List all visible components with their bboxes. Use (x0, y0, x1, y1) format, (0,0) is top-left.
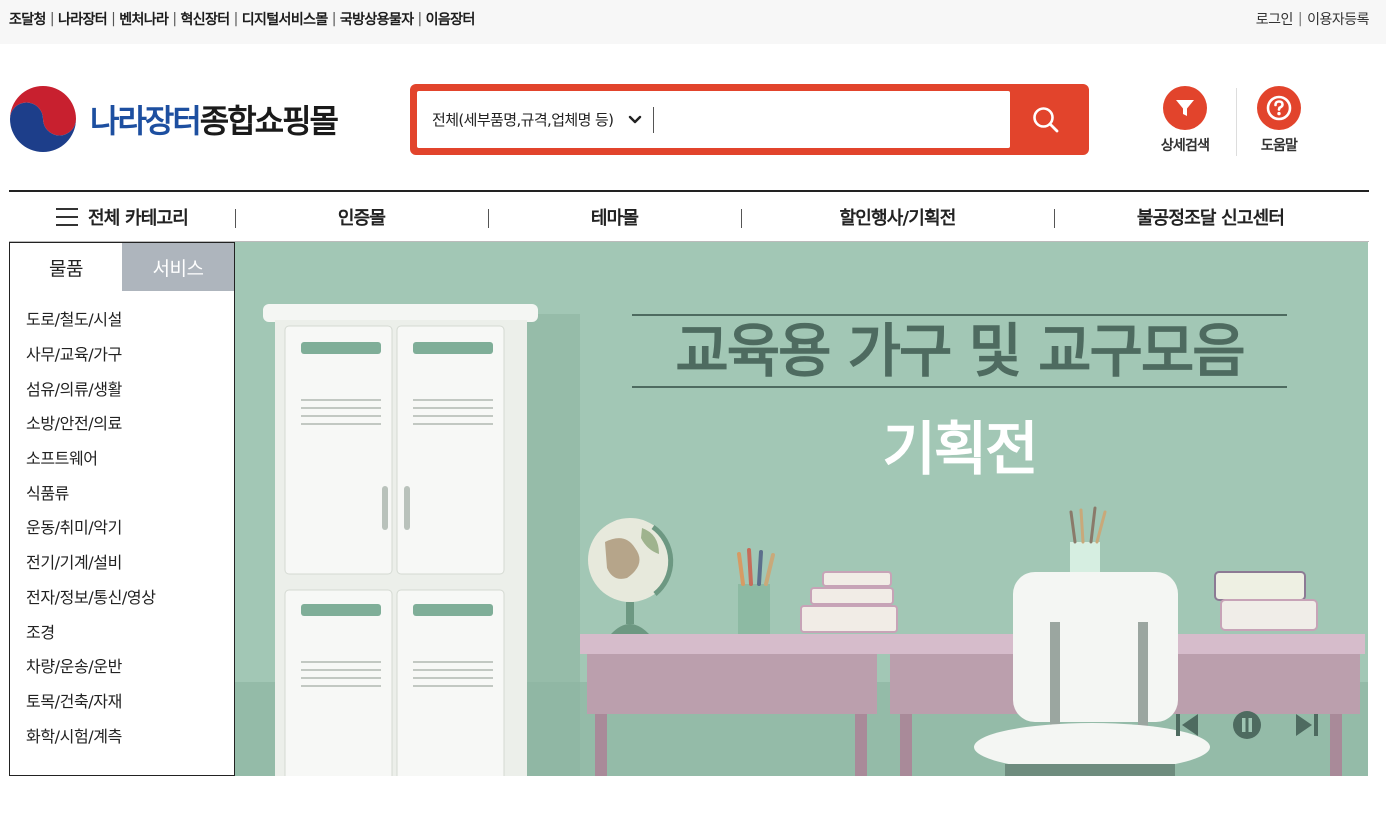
pause-button[interactable] (1229, 708, 1265, 742)
nav-item-theme-mall[interactable]: 테마몰 (488, 192, 741, 241)
site-links: 조달청 | 나라장터 | 벤처나라 | 혁신장터 | 디지털서비스몰 | 국방상용물자 | … (9, 9, 475, 29)
search-bar: 전체(세부품명,규격,업체명 등) (410, 84, 1089, 155)
register-link[interactable]: 이용자등록 (1307, 9, 1369, 29)
search-button[interactable] (1010, 91, 1082, 148)
tab-services[interactable]: 서비스 (122, 243, 234, 291)
category-item[interactable]: 토목/건축/자재 (26, 683, 234, 718)
category-item[interactable]: 사무/교육/가구 (26, 336, 234, 371)
pause-icon (1233, 711, 1261, 739)
category-panel: 물품 서비스 도로/철도/시설 사무/교육/가구 섬유/의류/생활 소방/안전/… (9, 242, 235, 776)
category-tabs: 물품 서비스 (10, 243, 234, 291)
taegeuk-emblem-icon (10, 86, 76, 152)
help-button[interactable]: 도움말 (1244, 86, 1314, 155)
separator: | (1297, 11, 1303, 27)
nav-item-label: 할인행사/기획전 (839, 207, 956, 229)
category-item[interactable]: 화학/시험/계측 (26, 717, 234, 752)
next-icon (1296, 714, 1318, 736)
separator: | (417, 11, 423, 27)
nav-item-certified-mall[interactable]: 인증몰 (235, 192, 488, 241)
site-link-naramarket[interactable]: 나라장터 (58, 9, 108, 29)
search-scope-select[interactable]: 전체(세부품명,규격,업체명 등) (432, 109, 614, 130)
separator: | (111, 11, 116, 27)
site-link-venture[interactable]: 벤처나라 (119, 9, 169, 29)
search-field-container: 전체(세부품명,규격,업체명 등) (417, 91, 1010, 148)
banner-title: 교육용 가구 및 교구모음 (632, 314, 1287, 388)
site-logo[interactable]: 나라장터종합쇼핑몰 (8, 84, 380, 154)
search-input[interactable] (654, 91, 1010, 148)
menu-icon (55, 207, 78, 226)
category-item[interactable]: 차량/운송/운반 (26, 648, 234, 683)
logo-text-blue: 나라장터 (90, 102, 202, 140)
login-link[interactable]: 로그인 (1256, 9, 1294, 29)
tab-goods[interactable]: 물품 (10, 243, 122, 291)
category-item[interactable]: 도로/철도/시설 (26, 301, 234, 336)
previous-icon (1176, 714, 1198, 736)
site-link-defense[interactable]: 국방상용물자 (340, 9, 414, 29)
next-button[interactable] (1289, 708, 1325, 742)
separator: | (233, 11, 239, 27)
site-link-ieum[interactable]: 이음장터 (426, 9, 476, 29)
category-item[interactable]: 식품류 (26, 474, 234, 509)
main-nav: 전체 카테고리 인증몰 테마몰 할인행사/기획전 불공정조달 신고센터 (9, 190, 1369, 242)
category-item[interactable]: 조경 (26, 613, 234, 648)
nav-item-promotions[interactable]: 할인행사/기획전 (741, 192, 1054, 241)
category-item[interactable]: 운동/취미/악기 (26, 509, 234, 544)
banner-controls (1169, 708, 1325, 742)
logo-text: 나라장터종합쇼핑몰 (90, 96, 339, 142)
account-links: 로그인 | 이용자등록 (1256, 9, 1370, 29)
site-link-innovation[interactable]: 혁신장터 (180, 9, 230, 29)
nav-item-label: 인증몰 (337, 207, 386, 229)
nav-item-report-center[interactable]: 불공정조달 신고센터 (1054, 192, 1367, 241)
search-icon (1033, 106, 1059, 132)
category-item[interactable]: 전자/정보/통신/영상 (26, 579, 234, 614)
previous-button[interactable] (1169, 708, 1205, 742)
advanced-search-label: 상세검색 (1160, 138, 1210, 154)
chevron-down-icon[interactable] (627, 112, 643, 128)
separator: | (172, 11, 177, 27)
separator: | (331, 11, 337, 27)
category-item[interactable]: 섬유/의류/생활 (26, 370, 234, 405)
category-item[interactable]: 전기/기계/설비 (26, 544, 234, 579)
category-item[interactable]: 소프트웨어 (26, 440, 234, 475)
separator: | (49, 11, 55, 27)
site-link-digital-service[interactable]: 디지털서비스몰 (242, 9, 329, 29)
site-link-pps[interactable]: 조달청 (9, 9, 46, 29)
tool-divider (1236, 88, 1237, 156)
advanced-search-button[interactable]: 상세검색 (1150, 86, 1220, 155)
category-list: 도로/철도/시설 사무/교육/가구 섬유/의류/생활 소방/안전/의료 소프트웨… (10, 291, 234, 752)
help-label: 도움말 (1260, 138, 1298, 154)
top-bar: 조달청 | 나라장터 | 벤처나라 | 혁신장터 | 디지털서비스몰 | 국방상용물자 | … (0, 0, 1386, 44)
help-icon (1257, 86, 1301, 130)
category-item[interactable]: 소방/안전/의료 (26, 405, 234, 440)
nav-all-categories-label: 전체 카테고리 (87, 207, 189, 229)
filter-icon (1163, 86, 1207, 130)
nav-item-label: 테마몰 (590, 207, 639, 229)
promo-banner[interactable]: 교육용 가구 및 교구모음 기획전 (235, 242, 1368, 776)
nav-item-label: 불공정조달 신고센터 (1136, 207, 1285, 229)
logo-text-dark: 종합쇼핑몰 (199, 102, 339, 140)
banner-subtitle: 기획전 (882, 415, 1038, 483)
nav-all-categories[interactable]: 전체 카테고리 (9, 192, 235, 241)
